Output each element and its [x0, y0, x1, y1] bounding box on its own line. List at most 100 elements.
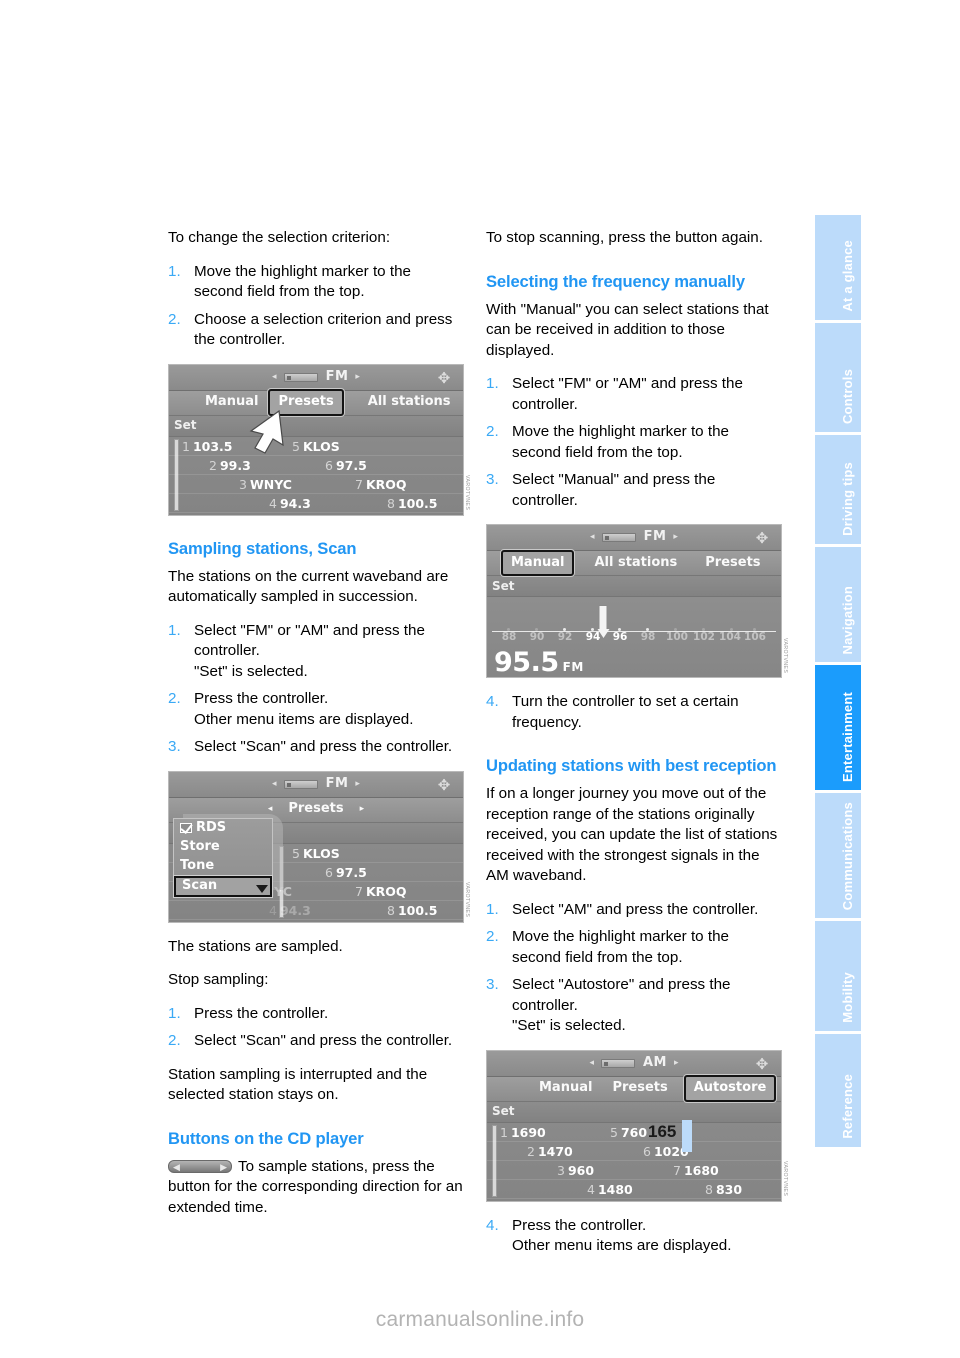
tab-entertainment[interactable]: Entertainment [815, 665, 861, 793]
preset-left: 3 960 [557, 1162, 595, 1178]
step-item: 2. Press the controller. Other menu item… [168, 689, 464, 730]
tab-controls[interactable]: Controls [815, 323, 861, 435]
preset-row[interactable]: 1103.5 5KLOS [169, 437, 463, 456]
menu-item-all-stations[interactable]: All stations [584, 553, 687, 574]
screen-header: ◂ FM ▸ ✥ [169, 771, 463, 798]
seek-button-icon: ◀ ▶ [168, 1159, 232, 1173]
page-number: 165 [648, 1122, 677, 1141]
step-text: Select "Scan" and press the controller. [194, 1032, 453, 1049]
preset-row[interactable]: 4 94.3 8 100.5 [169, 901, 463, 920]
menu-item-manual[interactable]: Manual [501, 549, 575, 577]
preset-left: 4 94.3 [269, 902, 311, 918]
preset-row[interactable]: 299.3 697.5 [169, 456, 463, 475]
page-number-bar [682, 1120, 692, 1152]
scale-label: 98 [640, 631, 656, 643]
right-column: To stop scanning, press the button again… [486, 228, 788, 1270]
step-text: Turn the controller to set a certain fre… [512, 693, 739, 731]
figure-manual-frequency-screen: ◂ FM ▸ ✥ Manual All stations Presets Set [486, 524, 788, 678]
tab-reference[interactable]: Reference [815, 1034, 861, 1147]
preset-list: 1 1690 5 760 2 1470 6 1020 3 960 7 1680 4 1480 … [487, 1123, 781, 1201]
tuner-chip-icon [601, 1058, 635, 1068]
tab-label: Mobility [840, 972, 855, 1023]
screen-menu-bar: Manual All stations Presets [487, 549, 781, 577]
manual-intro-text: With "Manual" you can select stations th… [486, 300, 769, 359]
tab-label: Controls [840, 368, 855, 424]
step-text: Move the highlight marker to the second … [512, 423, 729, 461]
menu-item-manual[interactable]: Manual [195, 392, 268, 413]
tab-navigation[interactable]: Navigation [815, 547, 861, 665]
preset-right: 8 830 [705, 1181, 743, 1197]
tab-at-a-glance[interactable]: At a glance [815, 215, 861, 323]
current-frequency-value: 95.5 [494, 646, 559, 678]
move-cursor-icon: ✥ [755, 529, 769, 547]
dropdown-item-store[interactable]: Store [174, 838, 272, 857]
stop-sampling-label: Stop sampling: [168, 971, 269, 988]
preset-right: 5 KLOS [292, 438, 340, 454]
preset-right: 6 97.5 [325, 457, 367, 473]
step-item: 2. Move the highlight marker to the seco… [486, 927, 782, 968]
step-item: 1. Select "FM" or "AM" and press the con… [486, 374, 782, 415]
scale-label: 90 [529, 631, 545, 643]
step-item: 2. Select "Scan" and press the controlle… [168, 1031, 464, 1052]
preset-right: 7 KROQ [355, 883, 407, 899]
frequency-scale[interactable]: 88 90 92 94 96 98 100 102 104 106 95.5 FM [487, 597, 781, 677]
radio-screen: ◂ FM ▸ ✥ Manual All stations Presets Set [487, 525, 781, 677]
step-text: Select "Autostore" and press the control… [512, 976, 731, 1014]
screen-header: ◂ FM ▸ ✥ [487, 525, 781, 551]
menu-item-presets[interactable]: Presets [695, 553, 770, 574]
section-tab-rail: At a glance Controls Driving tips Naviga… [815, 215, 861, 1160]
screen-header: ◂ AM ▸ ✥ [487, 1050, 781, 1077]
step-number: 2. [486, 928, 499, 945]
menu-item-autostore[interactable]: Autostore [683, 1075, 777, 1102]
menu-item-all-stations[interactable]: All stations [358, 392, 461, 413]
dropdown-item-tone[interactable]: Tone [174, 857, 272, 876]
tuner-chip-icon [283, 779, 318, 789]
preset-left: 4 94.3 [269, 495, 311, 511]
step-subtext: "Set" is selected. [194, 662, 308, 680]
step-number: 1. [168, 262, 181, 280]
steps-update-stations: 1. Select "AM" and press the controller.… [486, 900, 782, 1037]
dropdown-label: Scan [182, 877, 218, 893]
set-label: Set [174, 418, 197, 433]
steps-change-criterion: 1. Move the highlight marker to the seco… [168, 262, 464, 351]
step-number: 3. [486, 471, 499, 488]
menu-item-presets[interactable]: Presets [602, 1078, 677, 1099]
menu-item-manual[interactable]: Manual [529, 1078, 602, 1099]
step-item: 3. Select "Manual" and press the control… [486, 470, 782, 511]
step-text: Select "AM" and press the controller. [512, 900, 759, 918]
checkbox-icon[interactable] [180, 823, 192, 833]
scan-dropdown-menu[interactable]: RDS Store Tone Scan [173, 817, 273, 898]
dropdown-item-rds[interactable]: RDS [174, 819, 272, 838]
preset-row[interactable]: 4 1480 8 830 [487, 1180, 781, 1199]
menu-item-presets[interactable]: Presets [278, 799, 353, 820]
step-item: 1. Press the controller. [168, 1004, 464, 1025]
preset-right: 7 1680 [673, 1162, 719, 1178]
seek-forward-icon: ▶ [220, 1161, 227, 1172]
figure-code: VAROTVNES [782, 1161, 788, 1197]
figure-code: VAROTVNES [464, 475, 470, 511]
move-cursor-icon: ✥ [755, 1054, 769, 1073]
preset-row[interactable]: 3WNYC 7KROQ [169, 475, 463, 494]
waveband-label: FM [325, 775, 349, 791]
dropdown-label: Tone [180, 857, 215, 873]
left-chevron-icon: ◂ [272, 371, 277, 382]
frequency-pointer[interactable] [597, 605, 610, 638]
preset-row[interactable]: 4 94.3 8 100.5 [169, 494, 463, 513]
waveband-label: AM [643, 1054, 667, 1070]
step-text: Select "Scan" and press the controller. [194, 738, 453, 755]
preset-row[interactable]: 3 960 7 1680 [487, 1161, 781, 1180]
move-cursor-icon: ✥ [437, 368, 451, 387]
step-subtext: "Set" is selected. [512, 1017, 626, 1034]
figure-code: VAROTVNES [782, 637, 788, 673]
step-number: 4. [486, 693, 499, 710]
tab-driving-tips[interactable]: Driving tips [815, 435, 861, 547]
heading-selecting-frequency: Selecting the frequency manually [486, 271, 745, 291]
tab-label: Entertainment [840, 691, 855, 782]
menu-item-presets[interactable]: Presets [268, 389, 344, 416]
tab-communications[interactable]: Communications [815, 793, 861, 921]
preset-row[interactable]: 2 1470 6 1020 [487, 1142, 781, 1161]
tab-mobility[interactable]: Mobility [815, 921, 861, 1034]
interrupt-text: Station sampling is interrupted and the … [168, 1065, 428, 1104]
preset-row[interactable]: 1 1690 5 760 [487, 1123, 781, 1142]
manual-page: To change the selection criterion: 1. Mo… [0, 0, 960, 1358]
